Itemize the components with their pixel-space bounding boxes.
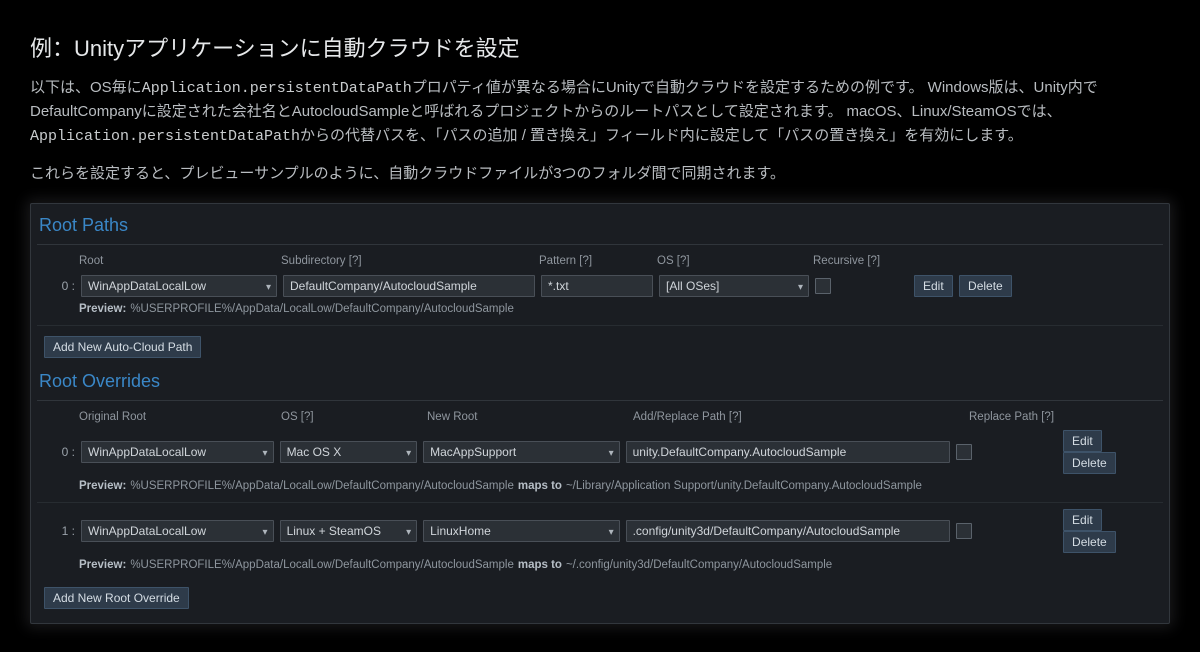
edit-button[interactable]: Edit: [1063, 509, 1102, 531]
preview-dst: ~/Library/Application Support/unity.Defa…: [566, 478, 922, 496]
override-os-select[interactable]: Linux + SteamOS: [280, 520, 418, 542]
override-preview-1: Preview: %USERPROFILE%/AppData/LocalLow/…: [37, 555, 1163, 581]
add-root-override-button[interactable]: Add New Root Override: [44, 587, 189, 609]
preview-dst: ~/.config/unity3d/DefaultCompany/Autoclo…: [566, 557, 832, 575]
replace-path-checkbox[interactable]: [956, 444, 972, 460]
paragraph-2: これらを設定すると、プレビューサンプルのように、自動クラウドファイルが3つのフォ…: [30, 162, 1170, 185]
override-row-0: 0 : WinAppDataLocalLow Mac OS X MacAppSu…: [37, 428, 1163, 476]
edit-button[interactable]: Edit: [914, 275, 953, 297]
preview-src: %USERPROFILE%/AppData/LocalLow/DefaultCo…: [130, 557, 514, 575]
header-replace-path: Replace Path [?]: [969, 409, 1069, 427]
original-root-select[interactable]: WinAppDataLocalLow: [81, 441, 274, 463]
root-paths-title: Root Paths: [37, 210, 1163, 245]
row-index: 1 :: [37, 522, 81, 541]
new-root-select[interactable]: MacAppSupport: [423, 441, 619, 463]
preview-label: Preview:: [79, 301, 126, 319]
root-path-preview-0: Preview: %USERPROFILE%/AppData/LocalLow/…: [37, 299, 1163, 326]
root-overrides-title: Root Overrides: [37, 366, 1163, 401]
os-select[interactable]: [All OSes]: [659, 275, 809, 297]
preview-path: %USERPROFILE%/AppData/LocalLow/DefaultCo…: [130, 301, 514, 319]
recursive-checkbox[interactable]: [815, 278, 831, 294]
row-index: 0 :: [37, 277, 81, 296]
delete-button[interactable]: Delete: [1063, 452, 1116, 474]
root-path-row-0: 0 : WinAppDataLocalLow DefaultCompany/Au…: [37, 273, 1163, 299]
replace-path-checkbox[interactable]: [956, 523, 972, 539]
para1-text-a: 以下は、OS毎に: [30, 79, 142, 96]
delete-button[interactable]: Delete: [1063, 531, 1116, 553]
header-pat: Pattern [?]: [539, 253, 651, 271]
header-rec: Recursive [?]: [813, 253, 893, 271]
root-overrides-headers: Original Root OS [?] New Root Add/Replac…: [37, 405, 1163, 429]
header-sub: Subdirectory [?]: [281, 253, 533, 271]
delete-button[interactable]: Delete: [959, 275, 1012, 297]
row-index: 0 :: [37, 443, 81, 462]
new-root-select[interactable]: LinuxHome: [423, 520, 619, 542]
paragraph-1: 以下は、OS毎にApplication.persistentDataPathプロ…: [30, 76, 1170, 148]
root-select[interactable]: WinAppDataLocalLow: [81, 275, 277, 297]
subdirectory-input[interactable]: DefaultCompany/AutocloudSample: [283, 275, 535, 297]
section-heading: 例：Unityアプリケーションに自動クラウドを設定: [30, 32, 1170, 66]
header-override-os: OS [?]: [281, 409, 421, 427]
root-paths-headers: Root Subdirectory [?] Pattern [?] OS [?]…: [37, 249, 1163, 273]
add-replace-path-input[interactable]: unity.DefaultCompany.AutocloudSample: [626, 441, 950, 463]
preview-label: Preview:: [79, 557, 126, 575]
header-new-root: New Root: [427, 409, 627, 427]
code-inline-1: Application.persistentDataPath: [142, 80, 412, 97]
header-original-root: Original Root: [79, 409, 275, 427]
add-auto-cloud-path-button[interactable]: Add New Auto-Cloud Path: [44, 336, 201, 358]
header-os: OS [?]: [657, 253, 807, 271]
override-os-select[interactable]: Mac OS X: [280, 441, 418, 463]
pattern-input[interactable]: *.txt: [541, 275, 653, 297]
header-add-replace: Add/Replace Path [?]: [633, 409, 963, 427]
header-root: Root: [79, 253, 275, 271]
preview-src: %USERPROFILE%/AppData/LocalLow/DefaultCo…: [130, 478, 514, 496]
maps-to-label: maps to: [518, 557, 562, 575]
original-root-select[interactable]: WinAppDataLocalLow: [81, 520, 274, 542]
config-panel: Root Paths Root Subdirectory [?] Pattern…: [30, 203, 1170, 624]
maps-to-label: maps to: [518, 478, 562, 496]
add-replace-path-input[interactable]: .config/unity3d/DefaultCompany/Autocloud…: [626, 520, 950, 542]
code-inline-2: Application.persistentDataPath: [30, 128, 300, 145]
preview-label: Preview:: [79, 478, 126, 496]
override-preview-0: Preview: %USERPROFILE%/AppData/LocalLow/…: [37, 476, 1163, 503]
override-row-1: 1 : WinAppDataLocalLow Linux + SteamOS L…: [37, 507, 1163, 555]
edit-button[interactable]: Edit: [1063, 430, 1102, 452]
para1-text-c: からの代替パスを、「パスの追加 / 置き換え」フィールド内に設定して「パスの置き…: [300, 127, 1023, 144]
